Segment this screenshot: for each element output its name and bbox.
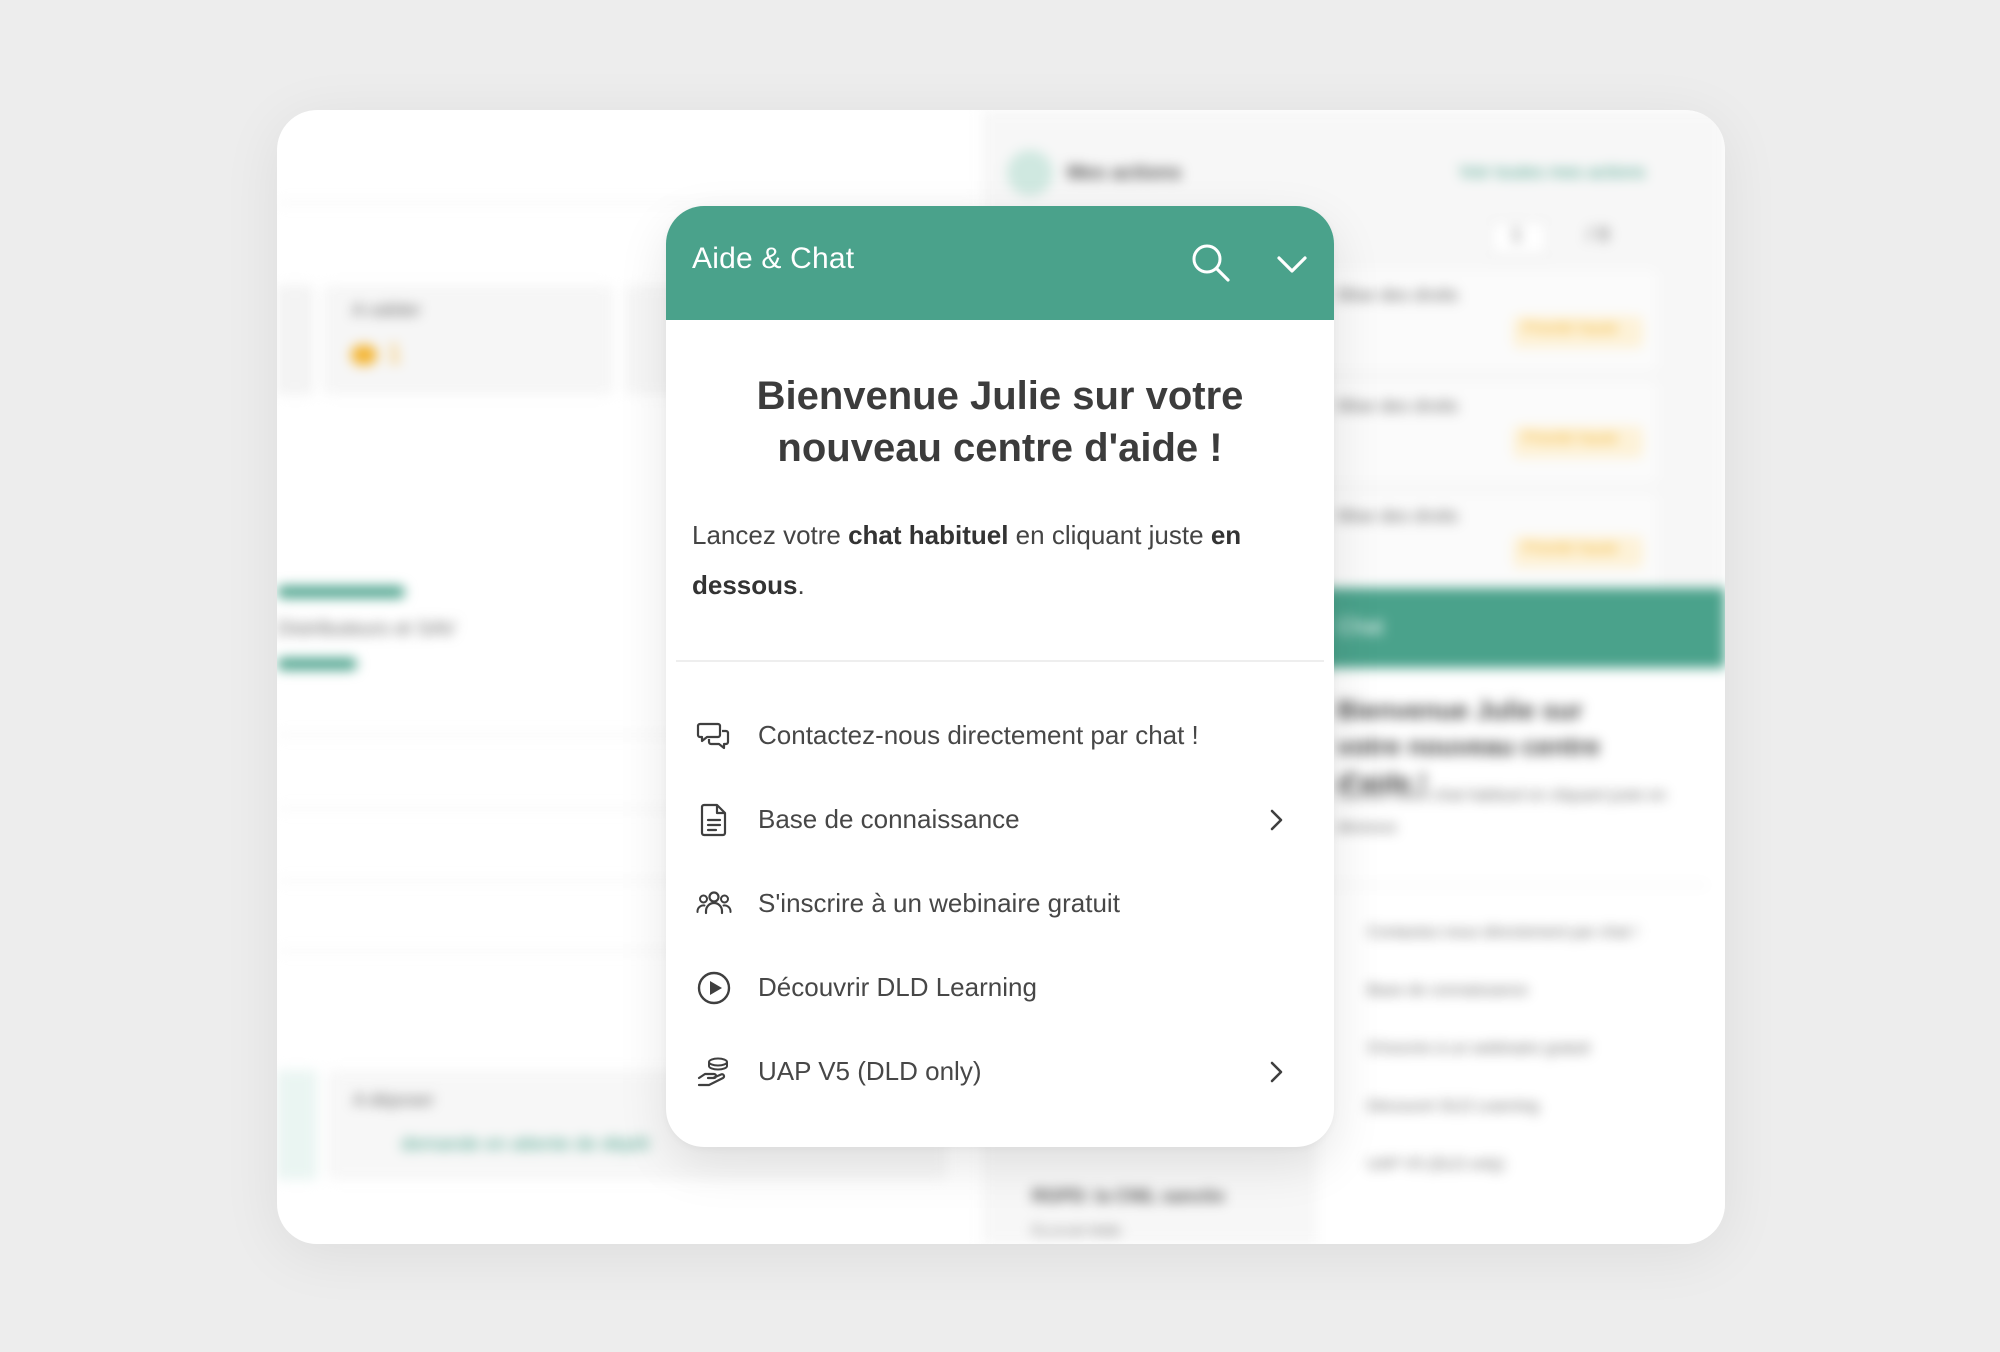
menu-item-uap-v5[interactable]: UAP V5 (DLD only)	[666, 1036, 1334, 1108]
menu-item-knowledge-base[interactable]: Base de connaissance	[666, 784, 1334, 856]
bg-priority-text: Priorité haute	[1523, 540, 1619, 557]
document-icon	[700, 803, 727, 837]
bg-chat-item: UAP V5 (DLD only)	[1367, 1156, 1505, 1173]
menu-item-label: Découvrir DLD Learning	[758, 972, 1037, 1002]
bg-chat-item: Contactez-nous directement par chat !	[1367, 924, 1639, 941]
chevron-right-icon	[1270, 809, 1283, 831]
bg-chat-divider	[1327, 884, 1707, 886]
bg-stat-value: 1	[387, 338, 402, 368]
search-icon	[1192, 244, 1230, 282]
menu-item-dld-learning[interactable]: Découvrir DLD Learning	[666, 952, 1334, 1024]
bg-stat-label: A valider	[352, 300, 422, 320]
menu-item-webinar[interactable]: S'inscrire à un webinaire gratuit	[666, 868, 1334, 940]
bg-page-total: / 8	[1587, 224, 1610, 246]
bg-chat-item: Découvrir DLD Learning	[1367, 1098, 1539, 1115]
bg-action-item: Mise des droits	[1337, 396, 1459, 416]
bg-priority-text: Priorité haute	[1523, 320, 1619, 337]
widget-title: Aide & Chat	[692, 242, 855, 275]
hand-coins-icon	[697, 1057, 728, 1087]
bg-bottom-item: RGPD: la CNIL sanctio	[1032, 1186, 1225, 1206]
bg-action-item: Mise des droits	[1337, 285, 1459, 305]
welcome-line-1: Bienvenue Julie sur votre	[756, 374, 1244, 418]
bg-deposit-label: A déposer	[353, 1090, 435, 1110]
menu-item-label: Contactez-nous directement par chat !	[758, 720, 1199, 750]
bg-actions-link: Voir toutes mes actions	[1459, 162, 1646, 182]
menu-item-label: Base de connaissance	[758, 804, 1020, 834]
intro-text: Lancez votre chat habituel en cliquant j…	[692, 510, 1302, 610]
bg-progress-bar	[277, 586, 405, 598]
bg-action-item: Mise des droits	[1337, 506, 1459, 526]
divider	[676, 660, 1324, 662]
bg-chat-title: Chat	[1337, 614, 1384, 639]
bg-chat-panel: Chat Bienvenue Julie sur votre nouveau c…	[1317, 588, 1725, 1244]
group-icon	[696, 891, 732, 915]
intro-part-3: .	[797, 570, 805, 600]
welcome-line-2: nouveau centre d'aide !	[777, 426, 1223, 470]
bg-bottom-meta: Il y a un mois	[1032, 1222, 1121, 1239]
widget-header: Aide & Chat	[666, 206, 1334, 320]
intro-part-1: Lancez votre	[692, 520, 849, 550]
bg-progress-bar-2	[277, 658, 357, 670]
collapse-button[interactable]	[1272, 244, 1312, 284]
menu-item-chat[interactable]: Contactez-nous directement par chat !	[666, 700, 1334, 772]
bg-actions-avatar	[1007, 150, 1053, 196]
bg-chat-intro: Lancez votre chat habituel en cliquant j…	[1337, 787, 1667, 836]
bg-chat-item: S'inscrire à un webinaire gratuit	[1367, 1040, 1590, 1057]
bg-chat-item: Base de connaissance	[1367, 982, 1528, 999]
bg-stat-card-left	[277, 285, 313, 395]
bg-row-label: Distributeurs et SAV	[277, 618, 456, 640]
bg-stat-dot	[351, 345, 377, 365]
intro-part-2: en cliquant juste	[1008, 520, 1211, 550]
chevron-right-icon	[1270, 1061, 1283, 1083]
bg-page-current: 1	[1511, 224, 1523, 246]
help-chat-widget: Aide & Chat Bienvenue Julie sur votre no…	[666, 206, 1334, 1147]
bg-deposit-text: demande en attente de dépôt	[401, 1134, 650, 1155]
bg-divider	[277, 202, 977, 204]
intro-bold-1: chat habituel	[848, 520, 1009, 550]
bg-deposit-accent	[277, 1070, 317, 1180]
chat-bubbles-icon	[696, 722, 730, 750]
search-button[interactable]	[1188, 240, 1234, 286]
play-circle-icon	[697, 971, 731, 1005]
menu-item-label: S'inscrire à un webinaire gratuit	[758, 888, 1120, 918]
bg-actions-title: Mes actions	[1067, 162, 1182, 184]
chevron-down-icon	[1277, 256, 1307, 273]
welcome-heading: Bienvenue Julie sur votre nouveau centre…	[706, 370, 1294, 474]
menu-item-label: UAP V5 (DLD only)	[758, 1056, 982, 1086]
bg-priority-text: Priorité haute	[1523, 430, 1619, 447]
